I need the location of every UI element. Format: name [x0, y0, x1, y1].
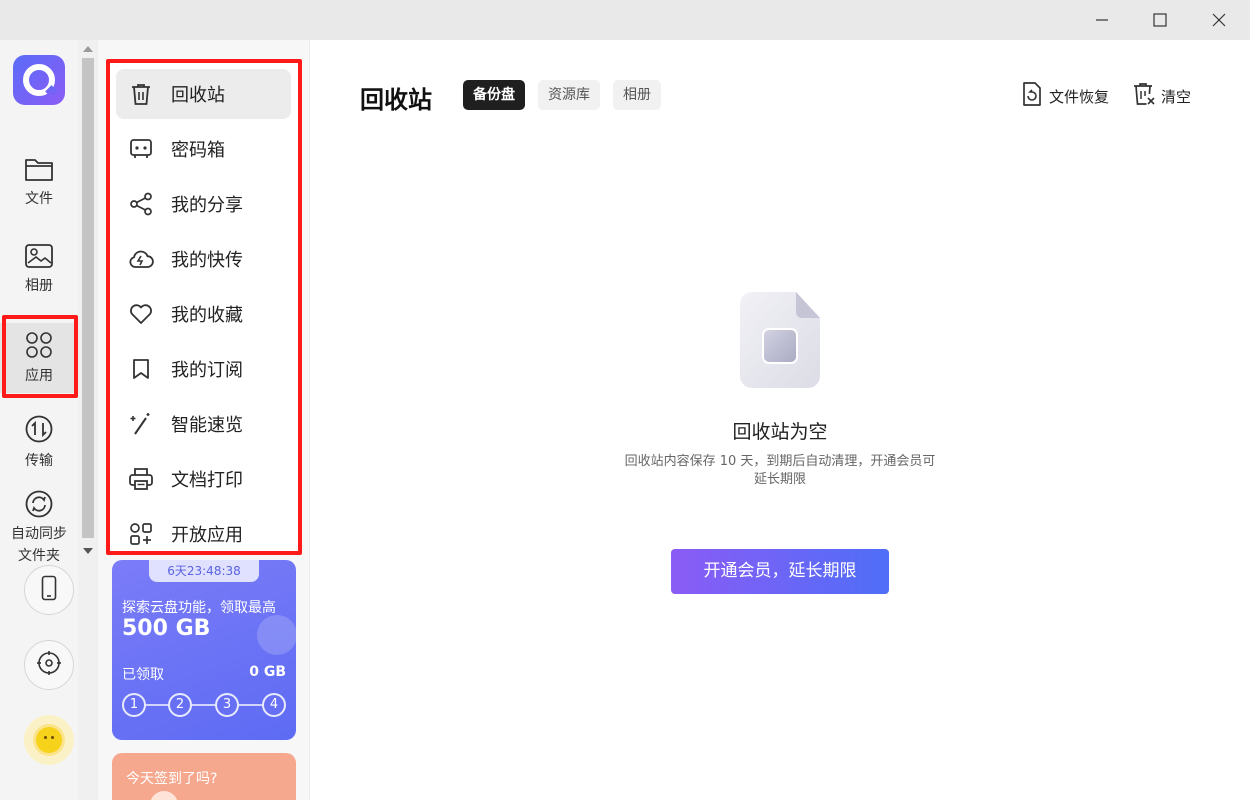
- menu-item-label: 我的快传: [171, 250, 243, 271]
- menu-item-smart-preview[interactable]: 智能速览: [116, 399, 291, 449]
- step-3[interactable]: 3: [215, 693, 239, 717]
- step-1[interactable]: 1: [122, 693, 146, 717]
- open-apps-icon: [128, 521, 154, 547]
- menu-item-open-apps[interactable]: 开放应用: [116, 509, 291, 559]
- menu-item-label: 我的订阅: [171, 360, 243, 381]
- empty-state-description: 回收站内容保存 10 天，到期后自动清理，开通会员可 延长期限: [598, 453, 962, 489]
- minimize-icon: [1095, 13, 1109, 27]
- close-button[interactable]: [1190, 0, 1248, 40]
- settings-gear-icon: [35, 649, 63, 681]
- trash-icon: [128, 81, 154, 107]
- rail-item-transfer[interactable]: 传输: [0, 414, 78, 474]
- menu-item-subscriptions[interactable]: 我的订阅: [116, 344, 291, 394]
- menu-item-label: 开放应用: [171, 525, 243, 546]
- title-bar: [0, 0, 1250, 40]
- bookmark-icon: [128, 356, 154, 382]
- highlight-box-rail: [2, 315, 78, 398]
- magic-wand-icon: [128, 411, 154, 437]
- cloud-bolt-icon: [128, 246, 154, 272]
- empty-desc-line1: 回收站内容保存 10 天，到期后自动清理，开通会员可: [624, 454, 936, 469]
- heart-icon: [128, 301, 154, 327]
- clear-button[interactable]: 清空: [1133, 82, 1191, 110]
- promo-capacity: 500 GB: [122, 616, 211, 641]
- maximize-button[interactable]: [1131, 0, 1189, 40]
- transfer-icon: [24, 414, 54, 448]
- step-4[interactable]: 4: [262, 693, 286, 717]
- rail-item-label: 传输: [25, 453, 53, 469]
- minimize-button[interactable]: [1073, 0, 1131, 40]
- scrollbar-thumb[interactable]: [82, 58, 94, 538]
- menu-item-label: 我的收藏: [171, 305, 243, 326]
- step-2[interactable]: 2: [168, 693, 192, 717]
- file-restore-label: 文件恢复: [1049, 87, 1110, 106]
- sync-icon: [24, 489, 54, 523]
- phone-icon: [41, 575, 57, 605]
- rail-item-label-line2: 文件夹: [18, 548, 60, 564]
- empty-state-title: 回收站为空: [732, 421, 828, 443]
- menu-item-label: 我的分享: [171, 195, 243, 216]
- logo-ring-icon: [23, 64, 55, 96]
- menu-item-quick-transfer[interactable]: 我的快传: [116, 234, 291, 284]
- safe-box-icon: [128, 136, 154, 162]
- rail-item-sync-folder[interactable]: 自动同步 文件夹: [0, 489, 78, 567]
- avatar-face-icon: [36, 727, 62, 753]
- planet-icon: [257, 615, 296, 655]
- menu-item-label: 密码箱: [171, 140, 225, 161]
- avatar[interactable]: [24, 715, 74, 765]
- file-restore-icon: [1021, 81, 1043, 111]
- signin-text: 今天签到了吗?: [126, 771, 218, 787]
- menu-item-document-print[interactable]: 文档打印: [116, 454, 291, 504]
- menu-item-favorites[interactable]: 我的收藏: [116, 289, 291, 339]
- promo-claimed-label: 已领取: [122, 667, 164, 683]
- signin-card[interactable]: 今天签到了吗?: [112, 753, 296, 800]
- scroll-up-arrow-icon[interactable]: [83, 46, 93, 52]
- rail-item-label: 文件: [25, 191, 53, 207]
- empty-desc-line2: 延长期限: [753, 472, 806, 487]
- share-icon: [128, 191, 154, 217]
- open-vip-button[interactable]: 开通会员，延长期限: [671, 549, 889, 594]
- page-title: 回收站: [360, 86, 432, 114]
- phone-button[interactable]: [24, 565, 74, 615]
- rail-item-label-line1: 自动同步: [11, 526, 67, 542]
- menu-item-label: 回收站: [171, 85, 225, 106]
- app-logo: [13, 55, 65, 105]
- promo-line1: 探索云盘功能，领取最高: [122, 600, 276, 616]
- folder-icon: [24, 156, 54, 186]
- rail-item-label: 相册: [25, 278, 53, 294]
- printer-icon: [128, 466, 154, 492]
- promo-timer: 6天23:48:38: [149, 560, 259, 582]
- promo-claimed-value: 0 GB: [249, 664, 286, 680]
- promo-card[interactable]: 6天23:48:38 探索云盘功能，领取最高 500 GB 已领取 0 GB 1…: [112, 560, 296, 740]
- menu-item-label: 智能速览: [171, 415, 243, 436]
- maximize-icon: [1153, 13, 1167, 27]
- menu-item-password-box[interactable]: 密码箱: [116, 124, 291, 174]
- rail-item-files[interactable]: 文件: [0, 156, 78, 216]
- clear-trash-icon: [1133, 81, 1155, 111]
- steps-connector: [134, 704, 274, 706]
- clear-label: 清空: [1161, 87, 1192, 106]
- empty-file-icon: [740, 292, 820, 388]
- close-icon: [1212, 13, 1226, 27]
- photo-icon: [24, 243, 54, 273]
- settings-button[interactable]: [24, 640, 74, 690]
- file-restore-button[interactable]: 文件恢复: [1021, 82, 1109, 110]
- menu-item-label: 文档打印: [171, 470, 243, 491]
- tab-album[interactable]: 相册: [613, 80, 661, 110]
- rail-scrollbar[interactable]: [78, 40, 98, 800]
- tab-backup-drive[interactable]: 备份盘: [463, 80, 525, 110]
- rail-item-photos[interactable]: 相册: [0, 243, 78, 303]
- menu-item-recycle-bin[interactable]: 回收站: [116, 69, 291, 119]
- tab-resource-library[interactable]: 资源库: [538, 80, 600, 110]
- scroll-down-arrow-icon[interactable]: [83, 548, 93, 554]
- signin-bubble-icon: [150, 791, 178, 800]
- promo-steps: 1 2 3 4: [122, 693, 286, 717]
- menu-item-my-shares[interactable]: 我的分享: [116, 179, 291, 229]
